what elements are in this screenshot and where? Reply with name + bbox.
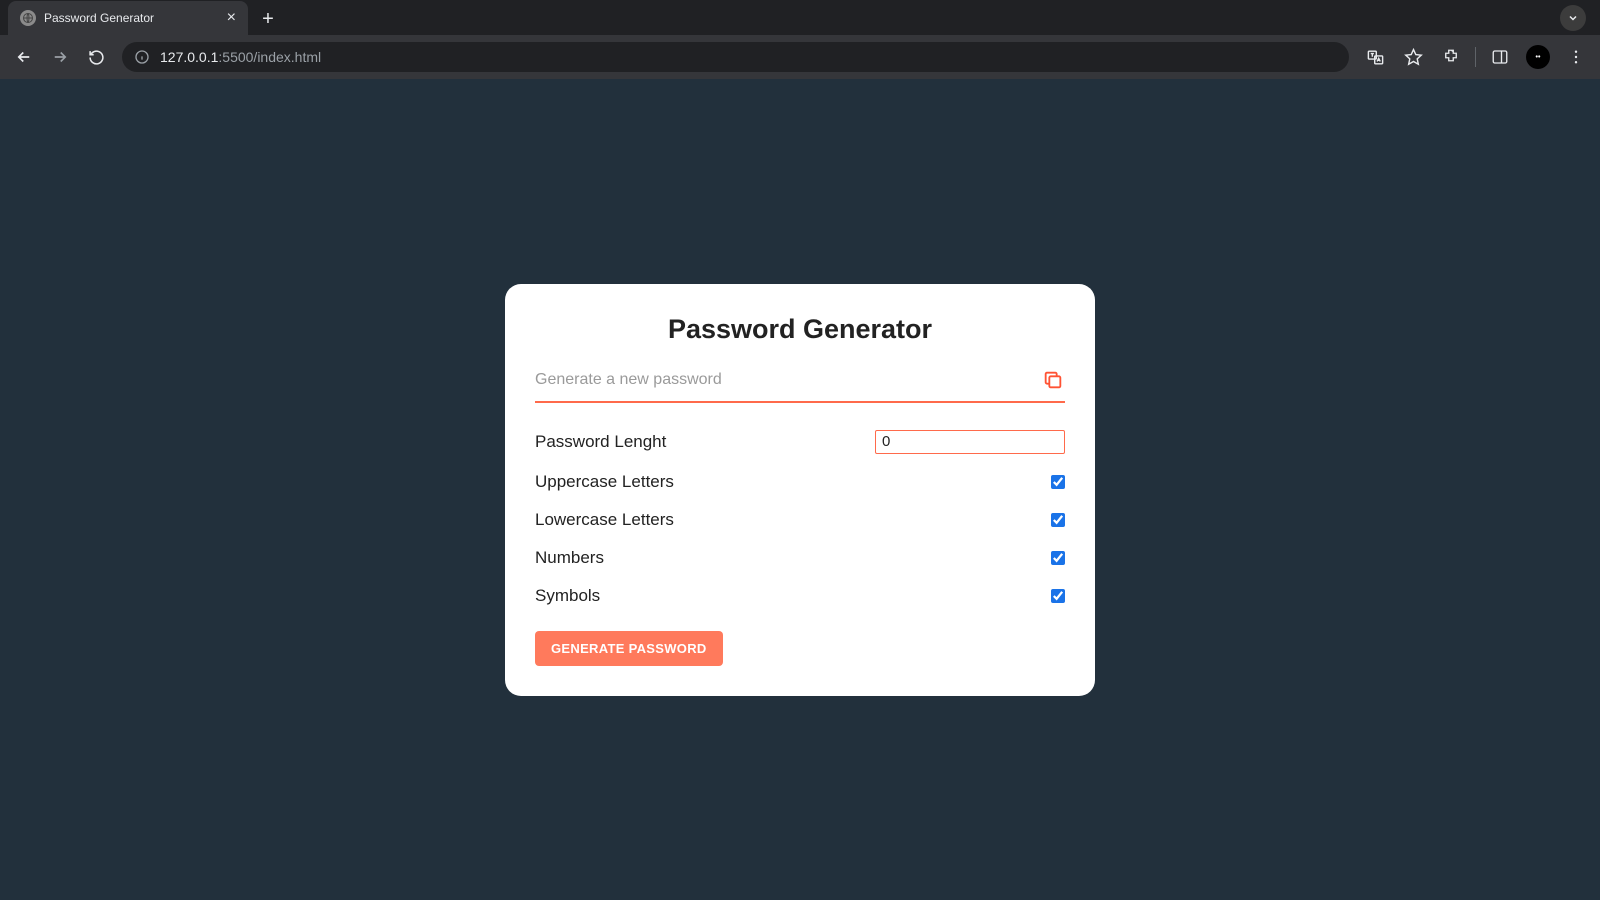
forward-button[interactable] [44,41,76,73]
globe-icon [20,10,36,26]
length-label: Password Lenght [535,432,666,452]
translate-icon[interactable] [1359,41,1391,73]
symbols-label: Symbols [535,586,600,606]
side-panel-icon[interactable] [1484,41,1516,73]
uppercase-checkbox[interactable] [1051,475,1065,489]
length-input[interactable] [875,430,1065,454]
tab-search-button[interactable] [1560,5,1586,31]
uppercase-row: Uppercase Letters [535,463,1065,501]
new-tab-button[interactable]: + [254,5,282,33]
back-button[interactable] [8,41,40,73]
browser-toolbar: 127.0.0.1:5500/index.html •• [0,35,1600,79]
reload-button[interactable] [80,41,112,73]
extensions-icon[interactable] [1435,41,1467,73]
length-row: Password Lenght [535,421,1065,463]
menu-icon[interactable] [1560,41,1592,73]
toolbar-right-icons: •• [1359,41,1592,73]
numbers-label: Numbers [535,548,604,568]
close-tab-icon[interactable]: × [227,10,236,26]
browser-tab[interactable]: Password Generator × [8,1,248,35]
separator [1475,47,1476,67]
lowercase-checkbox[interactable] [1051,513,1065,527]
password-generator-card: Password Generator Password Lenght Upper… [505,284,1095,696]
card-title: Password Generator [535,314,1065,345]
bookmark-icon[interactable] [1397,41,1429,73]
generate-button[interactable]: GENERATE PASSWORD [535,631,723,666]
symbols-row: Symbols [535,577,1065,615]
browser-chrome: Password Generator × + 127.0.0.1:5500/in… [0,0,1600,79]
tab-title: Password Generator [44,11,154,25]
lowercase-row: Lowercase Letters [535,501,1065,539]
password-output-input[interactable] [535,367,1033,393]
url-text: 127.0.0.1:5500/index.html [160,49,321,65]
symbols-checkbox[interactable] [1051,589,1065,603]
numbers-row: Numbers [535,539,1065,577]
address-bar[interactable]: 127.0.0.1:5500/index.html [122,42,1349,72]
page-content: Password Generator Password Lenght Upper… [0,79,1600,900]
site-info-icon[interactable] [134,49,150,65]
tab-strip: Password Generator × + [0,0,1600,35]
uppercase-label: Uppercase Letters [535,472,674,492]
profile-avatar[interactable]: •• [1522,41,1554,73]
password-output-row [535,367,1065,403]
lowercase-label: Lowercase Letters [535,510,674,530]
copy-icon[interactable] [1041,368,1065,392]
numbers-checkbox[interactable] [1051,551,1065,565]
